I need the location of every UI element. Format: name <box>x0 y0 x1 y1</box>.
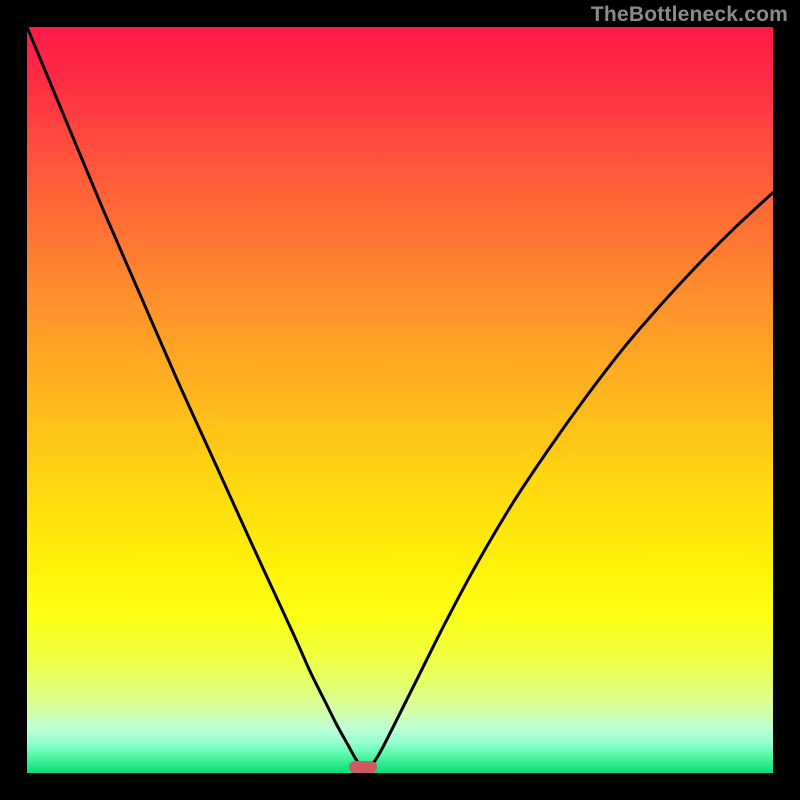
chart-frame: TheBottleneck.com <box>0 0 800 800</box>
bottleneck-curve <box>27 27 773 773</box>
optimum-marker <box>349 761 377 773</box>
plot-area <box>27 27 773 773</box>
watermark-text: TheBottleneck.com <box>591 3 788 27</box>
